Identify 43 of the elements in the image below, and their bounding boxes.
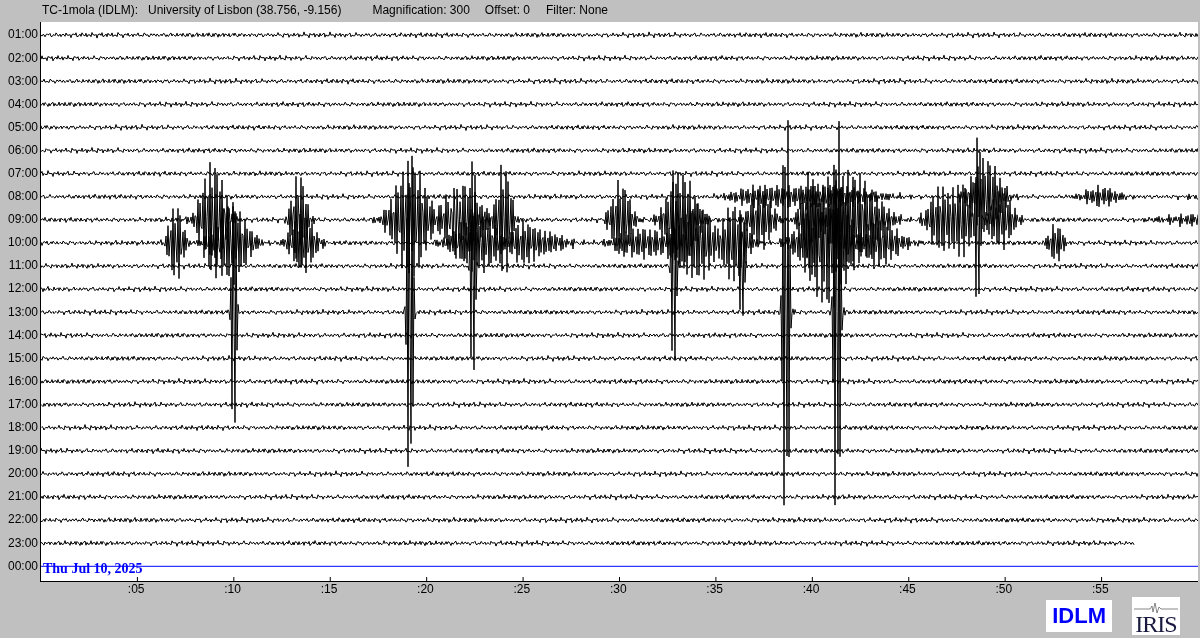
hour-label: 13:00 [6,303,39,321]
hour-label: 23:00 [6,534,39,552]
magnification-label: Magnification: 300 [372,3,470,17]
minute-label: :35 [705,582,724,596]
minute-label: :25 [512,582,532,596]
iris-logo: IRIS [1132,597,1180,635]
minute-label: :45 [898,582,917,596]
minute-label: :55 [1090,582,1110,596]
minute-label: :30 [608,582,628,596]
hour-label: 22:00 [6,511,39,529]
network-logo: IDLM [1046,600,1112,632]
hour-label: 09:00 [6,211,39,229]
offset-label: Offset: 0 [484,3,530,17]
hour-label: 20:00 [6,465,39,483]
waveform-icon [1134,603,1178,613]
hour-label: 02:00 [6,49,39,67]
hour-label: 06:00 [6,141,39,159]
minute-label: :10 [223,582,242,596]
hour-label: 03:00 [6,72,39,90]
hour-label: 07:00 [6,165,39,182]
hour-label: 11:00 [7,257,39,275]
hour-label: 16:00 [6,372,39,390]
hour-label: 17:00 [6,395,39,413]
hour-label: 10:00 [6,234,39,252]
hour-label: 01:00 [6,26,39,44]
minute-label: :50 [994,582,1014,596]
hour-label: 04:00 [6,95,39,113]
minute-label: :40 [801,582,821,596]
hour-label: 14:00 [6,326,39,344]
minute-label: :05 [126,582,146,596]
station-label: TC-1mola (IDLM): [42,3,138,17]
minute-label: :15 [319,582,339,596]
hour-label: 12:00 [6,280,39,298]
hour-label: 18:00 [6,419,39,437]
hour-label: 21:00 [6,488,39,506]
hour-label: 00:00 [6,557,39,575]
minute-label: :20 [416,582,435,596]
hour-label: 15:00 [6,349,39,367]
hour-label: 08:00 [6,188,39,206]
hour-label: 05:00 [6,118,39,136]
location-label: University of Lisbon (38.756, -9.156) [148,3,342,17]
filter-label: Filter: None [546,3,609,17]
hour-label: 19:00 [6,442,39,460]
